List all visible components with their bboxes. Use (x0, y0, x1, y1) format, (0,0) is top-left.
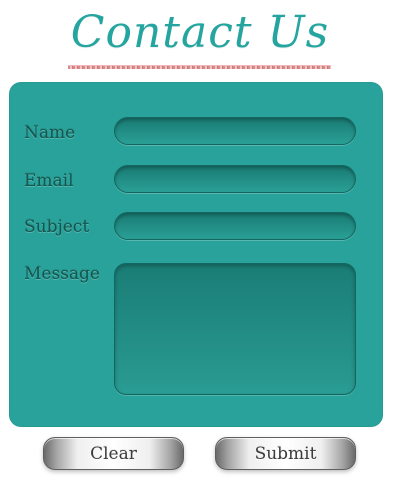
message-field[interactable] (114, 263, 356, 395)
subject-field[interactable] (114, 212, 356, 240)
name-field[interactable] (114, 117, 356, 145)
clear-button[interactable]: Clear (43, 437, 184, 470)
submit-button[interactable]: Submit (215, 437, 356, 470)
name-label: Name (24, 123, 76, 143)
email-field[interactable] (114, 165, 356, 193)
page-title: Contact Us (70, 7, 330, 58)
subject-label: Subject (24, 217, 90, 237)
title-underline (68, 65, 331, 69)
email-label: Email (24, 171, 74, 191)
message-label: Message (24, 264, 100, 284)
